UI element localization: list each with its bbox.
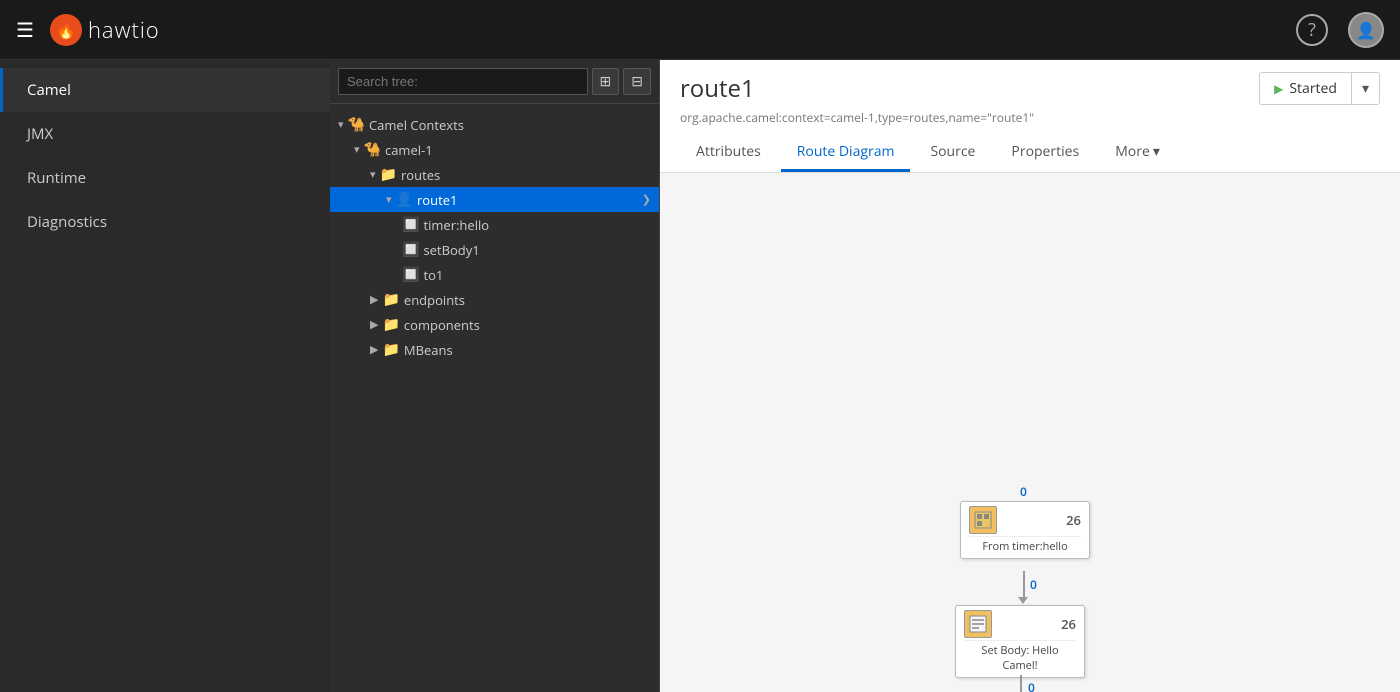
arrow-1 — [1018, 597, 1028, 604]
mbeans-icon: 📁 — [382, 340, 399, 359]
tree-node-to1[interactable]: 🔲 to1 — [330, 262, 659, 287]
tree-node-timer-hello[interactable]: 🔲 timer:hello — [330, 212, 659, 237]
camel1-icon: 🐪 — [364, 140, 381, 159]
tree-node-camel-contexts[interactable]: ▾ 🐪 Camel Contexts — [330, 112, 659, 137]
started-dropdown-btn[interactable]: ▾ — [1352, 73, 1379, 104]
sidebar-item-jmx[interactable]: JMX — [0, 112, 330, 156]
tab-attributes[interactable]: Attributes — [680, 134, 777, 172]
camel-contexts-icon: 🐪 — [348, 115, 365, 134]
route1-icon: 👤 — [396, 190, 413, 209]
endpoints-icon: 📁 — [382, 290, 399, 309]
chevron-right-icon: ❯ — [642, 192, 651, 207]
components-icon: 📁 — [382, 315, 399, 334]
expand-all-button[interactable]: ⊞ — [592, 68, 620, 95]
timer-icon: 🔲 — [402, 215, 419, 234]
set-body-count: 26 — [1061, 615, 1076, 633]
started-label: Started — [1289, 79, 1337, 98]
help-icon: ? — [1308, 18, 1316, 42]
tree-panel: ⊞ ⊟ ▾ 🐪 Camel Contexts ▾ 🐪 camel-1 ▾ 📁 r… — [330, 60, 660, 692]
sidebar: Camel JMX Runtime Diagnostics — [0, 60, 330, 692]
from-timer-label: From timer:hello — [969, 536, 1081, 554]
play-icon: ▶ — [1274, 80, 1283, 97]
diagram-node-set-body[interactable]: 26 Set Body: Hello Camel! — [955, 605, 1085, 678]
title-row: route1 ▶ Started ▾ — [680, 72, 1380, 105]
content-tabs: Attributes Route Diagram Source Properti… — [680, 134, 1380, 172]
help-button[interactable]: ? — [1296, 14, 1328, 46]
arrow-icon: ▾ — [338, 117, 344, 132]
route-subtitle: org.apache.camel:context=camel-1,type=ro… — [680, 109, 1380, 126]
sidebar-item-diagnostics[interactable]: Diagnostics — [0, 200, 330, 244]
tab-route-diagram[interactable]: Route Diagram — [781, 134, 911, 172]
main-layout: Camel JMX Runtime Diagnostics ⊞ ⊟ ▾ 🐪 — [0, 60, 1400, 692]
arrow-icon: ▶ — [370, 292, 378, 307]
diagram-canvas: 0 26 — [660, 173, 1400, 692]
page-title: route1 — [680, 72, 755, 105]
arrow-icon: ▶ — [370, 317, 378, 332]
diagram-node-from-timer[interactable]: 26 From timer:hello — [960, 501, 1090, 559]
node-inner: 26 — [964, 610, 1076, 638]
from-timer-count: 26 — [1066, 511, 1081, 529]
from-timer-icon — [969, 506, 997, 534]
arrow-icon: ▾ — [370, 167, 376, 182]
tree-node-mbeans[interactable]: ▶ 📁 MBeans — [330, 337, 659, 362]
topbar: ☰ 🔥 hawtio ? 👤 — [0, 0, 1400, 60]
arrow-icon: ▾ — [386, 192, 392, 207]
avatar-icon: 👤 — [1356, 19, 1376, 41]
tab-more[interactable]: More ▾ — [1099, 134, 1176, 172]
logo-icon: 🔥 — [50, 14, 82, 46]
dropdown-arrow-icon: ▾ — [1362, 79, 1369, 98]
more-chevron-icon: ▾ — [1153, 142, 1160, 161]
tree-node-components[interactable]: ▶ 📁 components — [330, 312, 659, 337]
content-panel: route1 ▶ Started ▾ org.apache.camel:cont… — [660, 60, 1400, 692]
arrow-icon: ▶ — [370, 342, 378, 357]
tree-node-route1[interactable]: ▾ 👤 route1 ❯ — [330, 187, 659, 212]
node-inner: 26 — [969, 506, 1081, 534]
diagram-area: 0 26 — [660, 173, 1400, 692]
counter-1: 0 — [1020, 483, 1027, 500]
sidebar-nav: Camel JMX Runtime Diagnostics — [0, 60, 330, 252]
tab-source[interactable]: Source — [914, 134, 991, 172]
sidebar-item-runtime[interactable]: Runtime — [0, 156, 330, 200]
user-avatar[interactable]: 👤 — [1348, 12, 1384, 48]
to1-icon: 🔲 — [402, 265, 419, 284]
tree-content: ▾ 🐪 Camel Contexts ▾ 🐪 camel-1 ▾ 📁 route… — [330, 104, 659, 692]
arrow-icon: ▾ — [354, 142, 360, 157]
tree-node-routes[interactable]: ▾ 📁 routes — [330, 162, 659, 187]
started-button[interactable]: ▶ Started ▾ — [1259, 72, 1380, 105]
counter-3: 0 — [1028, 679, 1035, 692]
setbody-icon: 🔲 — [402, 240, 419, 259]
collapse-all-button[interactable]: ⊟ — [623, 68, 651, 95]
tree-node-setbody1[interactable]: 🔲 setBody1 — [330, 237, 659, 262]
started-main-btn[interactable]: ▶ Started — [1260, 73, 1352, 104]
connector-1 — [1023, 571, 1025, 599]
routes-icon: 📁 — [380, 165, 397, 184]
app-logo: 🔥 hawtio — [50, 14, 160, 46]
tab-properties[interactable]: Properties — [995, 134, 1095, 172]
set-body-label: Set Body: Hello Camel! — [964, 640, 1076, 673]
hamburger-menu[interactable]: ☰ — [16, 16, 34, 43]
counter-2: 0 — [1030, 576, 1037, 593]
tree-search-bar: ⊞ ⊟ — [330, 60, 659, 104]
content-header: route1 ▶ Started ▾ org.apache.camel:cont… — [660, 60, 1400, 173]
logo-text: hawtio — [88, 15, 160, 45]
sidebar-item-camel[interactable]: Camel — [0, 68, 330, 112]
tree-node-camel-1[interactable]: ▾ 🐪 camel-1 — [330, 137, 659, 162]
set-body-icon — [964, 610, 992, 638]
tree-node-endpoints[interactable]: ▶ 📁 endpoints — [330, 287, 659, 312]
search-input[interactable] — [338, 68, 588, 95]
connector-2 — [1020, 675, 1022, 692]
